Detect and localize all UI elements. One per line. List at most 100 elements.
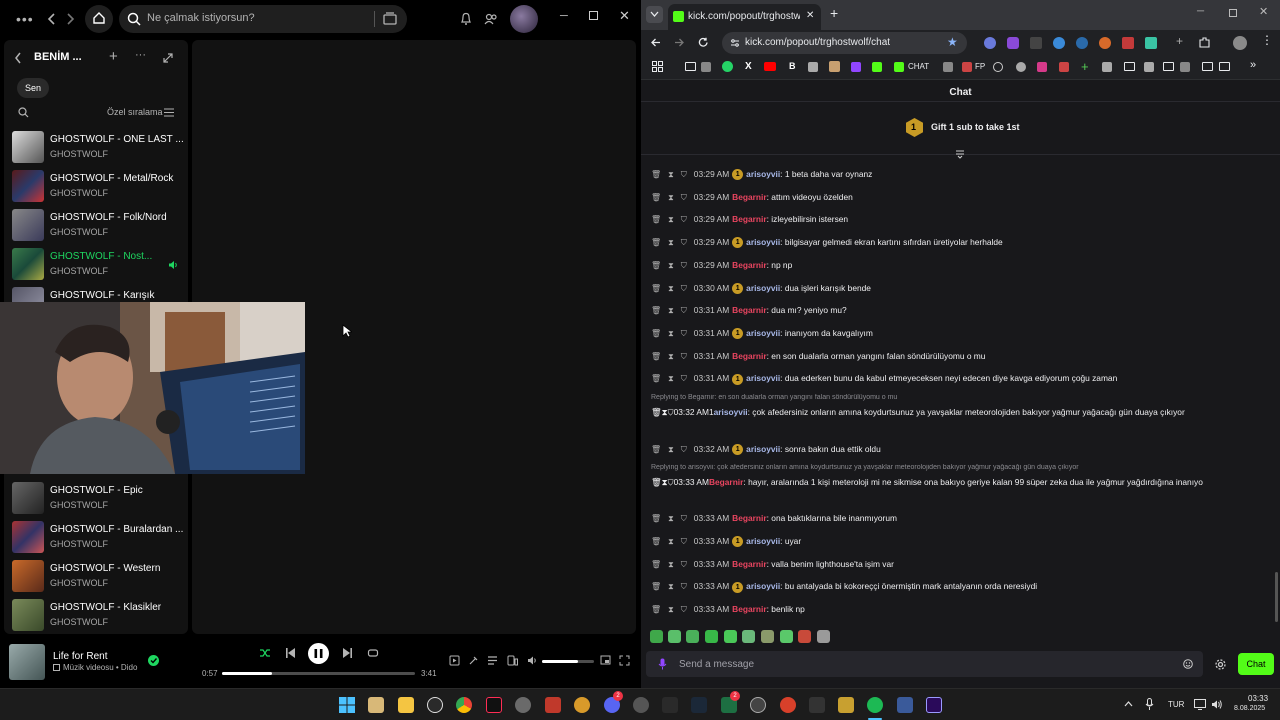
fullscreen-icon[interactable] bbox=[619, 655, 630, 666]
clock-time[interactable]: 03:33 bbox=[1248, 694, 1268, 703]
mod-shield-icon[interactable]: ⛉ bbox=[681, 512, 687, 526]
bookmark-fp[interactable]: FP bbox=[975, 62, 985, 71]
miniplayer-icon[interactable] bbox=[600, 655, 611, 666]
chat-settings-icon[interactable] bbox=[1215, 659, 1226, 670]
delete-icon[interactable]: 🗑 bbox=[651, 477, 662, 487]
windows-start-icon[interactable] bbox=[339, 697, 355, 713]
tab-search-button[interactable] bbox=[646, 6, 663, 23]
playlist-item[interactable]: GHOSTWOLF - Klasikler GHOSTWOLF bbox=[12, 599, 188, 633]
playlist-item[interactable]: GHOSTWOLF - Folk/Nord GHOSTWOLF bbox=[12, 209, 188, 243]
extension-icon[interactable] bbox=[1122, 37, 1134, 49]
back-icon[interactable] bbox=[46, 12, 56, 26]
app-icon[interactable] bbox=[780, 697, 796, 713]
bookmark-favicon[interactable] bbox=[701, 62, 711, 72]
emote-icon[interactable] bbox=[724, 630, 737, 643]
chat-message[interactable]: 🗑 ⧗ ⛉ 03:29 AM Begarnir: np np bbox=[651, 258, 1251, 273]
message-user[interactable]: arisoyvii bbox=[746, 328, 780, 338]
chat-message[interactable]: 🗑⧗⛉03:33 AMBegarnir: hayır, aralarında 1… bbox=[651, 475, 1261, 489]
delete-icon[interactable]: 🗑 bbox=[651, 304, 661, 318]
message-user[interactable]: Begarnir bbox=[709, 477, 743, 487]
mod-shield-icon[interactable]: ⛉ bbox=[681, 236, 687, 250]
bookmark-b-icon[interactable]: B bbox=[789, 61, 796, 71]
playlist-item[interactable]: GHOSTWOLF - ONE LAST ... GHOSTWOLF bbox=[12, 131, 188, 165]
app-icon[interactable] bbox=[809, 697, 825, 713]
delete-icon[interactable]: 🗑 bbox=[651, 372, 661, 386]
extension-icon[interactable] bbox=[984, 37, 996, 49]
tf-icon[interactable] bbox=[545, 697, 561, 713]
emote-icon[interactable] bbox=[686, 630, 699, 643]
chat-scrollbar[interactable] bbox=[1275, 572, 1278, 622]
timeout-icon[interactable]: ⧗ bbox=[668, 443, 674, 457]
emote-icon[interactable] bbox=[780, 630, 793, 643]
more-icon[interactable]: ••• bbox=[16, 11, 34, 27]
extension-icon[interactable] bbox=[1099, 37, 1111, 49]
emote-icon[interactable] bbox=[761, 630, 774, 643]
browser-minimize-icon[interactable]: ─ bbox=[1197, 6, 1204, 17]
chat-message[interactable]: 🗑 ⧗ ⛉ 03:31 AM Begarnir: en son dualarla orm… bbox=[651, 349, 1251, 364]
chat-message[interactable]: 🗑⧗⛉03:32 AM1arisoyvii: çok afedersiniz o… bbox=[651, 405, 1261, 419]
playlist-item[interactable]: GHOSTWOLF - Western GHOSTWOLF bbox=[12, 560, 188, 594]
chat-message[interactable]: 🗑 ⧗ ⛉ 03:29 AM 1 arisoyvii: bilgisayar gelmed… bbox=[651, 235, 1251, 250]
extension-icon[interactable] bbox=[1076, 37, 1088, 49]
browser-close-icon[interactable]: ✕ bbox=[1259, 5, 1268, 18]
forward-icon[interactable] bbox=[674, 37, 685, 48]
lyrics-icon[interactable] bbox=[468, 655, 479, 666]
clock-date[interactable]: 8.08.2025 bbox=[1234, 705, 1265, 712]
kick-chat-icon[interactable] bbox=[894, 62, 904, 72]
gift-sub-text[interactable]: Gift 1 sub to take 1st bbox=[931, 122, 1020, 132]
mod-shield-icon[interactable]: ⛉ bbox=[681, 580, 687, 594]
bookmark-favicon[interactable] bbox=[829, 61, 840, 72]
network-icon[interactable] bbox=[1194, 699, 1206, 710]
message-user[interactable]: Begarnir bbox=[732, 305, 766, 315]
mod-shield-icon[interactable]: ⛉ bbox=[681, 168, 687, 182]
bookmark-plus-icon[interactable]: + bbox=[1081, 59, 1089, 74]
emote-icon[interactable] bbox=[705, 630, 718, 643]
chat-message[interactable]: 🗑 ⧗ ⛉ 03:29 AM Begarnir: attım videoyu özeld… bbox=[651, 190, 1251, 205]
timeout-icon[interactable]: ⧗ bbox=[668, 512, 674, 526]
message-user[interactable]: Begarnir bbox=[732, 559, 766, 569]
folder-icon[interactable] bbox=[685, 62, 696, 71]
mod-shield-icon[interactable]: ⛉ bbox=[681, 350, 687, 364]
message-user[interactable]: Begarnir bbox=[732, 351, 766, 361]
friends-icon[interactable] bbox=[484, 12, 498, 26]
x-icon[interactable]: X bbox=[745, 61, 752, 72]
app-icon[interactable] bbox=[515, 697, 531, 713]
delete-icon[interactable]: 🗑 bbox=[651, 236, 661, 250]
message-user[interactable]: arisoyvii bbox=[746, 444, 780, 454]
browse-icon[interactable] bbox=[383, 12, 397, 26]
spotify-icon[interactable] bbox=[867, 697, 883, 713]
mod-shield-icon[interactable]: ⛉ bbox=[681, 558, 687, 572]
message-user[interactable]: arisoyvii bbox=[746, 169, 780, 179]
address-bar[interactable]: kick.com/popout/trghostwolf/chat ★ bbox=[722, 32, 967, 54]
connect-device-icon[interactable] bbox=[507, 655, 518, 666]
gmail-icon[interactable] bbox=[808, 62, 818, 72]
language-indicator[interactable]: TUR bbox=[1168, 700, 1184, 709]
playlist-item[interactable]: GHOSTWOLF - Metal/Rock GHOSTWOLF bbox=[12, 170, 188, 204]
browser-menu-icon[interactable]: ⋮ bbox=[1261, 33, 1273, 47]
delete-icon[interactable]: 🗑 bbox=[651, 191, 661, 205]
timeout-icon[interactable]: ⧗ bbox=[668, 580, 674, 594]
extension-icon[interactable] bbox=[1145, 37, 1157, 49]
tab-close-icon[interactable]: ✕ bbox=[806, 10, 814, 21]
timeout-icon[interactable]: ⧗ bbox=[668, 191, 674, 205]
chat-message[interactable]: 🗑 ⧗ ⛉ 03:33 AM 1 arisoyvii: bu antalyada bi k… bbox=[651, 579, 1251, 594]
timeout-icon[interactable]: ⧗ bbox=[668, 603, 674, 617]
bookmark-favicon[interactable] bbox=[943, 62, 953, 72]
emote-icon[interactable] bbox=[817, 630, 830, 643]
folder-icon[interactable] bbox=[1124, 62, 1135, 71]
mod-shield-icon[interactable]: ⛉ bbox=[681, 304, 687, 318]
bookmark-favicon[interactable] bbox=[1102, 62, 1112, 72]
chat-message[interactable]: 🗑 ⧗ ⛉ 03:31 AM 1 arisoyvii: inanıyom da kavga… bbox=[651, 326, 1251, 341]
timeout-icon[interactable]: ⧗ bbox=[668, 558, 674, 572]
bookmark-chat[interactable]: CHAT bbox=[908, 62, 929, 71]
message-user[interactable]: arisoyvii bbox=[746, 536, 780, 546]
microphone-icon[interactable] bbox=[658, 658, 667, 670]
list-icon[interactable] bbox=[164, 108, 174, 117]
delete-icon[interactable]: 🗑 bbox=[651, 168, 661, 182]
timeout-icon[interactable]: ⧗ bbox=[668, 327, 674, 341]
message-input[interactable]: Send a message bbox=[646, 651, 1203, 677]
emote-icon[interactable] bbox=[668, 630, 681, 643]
app-icon[interactable] bbox=[574, 697, 590, 713]
plus-icon[interactable]: + bbox=[109, 48, 118, 65]
delete-icon[interactable]: 🗑 bbox=[651, 350, 661, 364]
